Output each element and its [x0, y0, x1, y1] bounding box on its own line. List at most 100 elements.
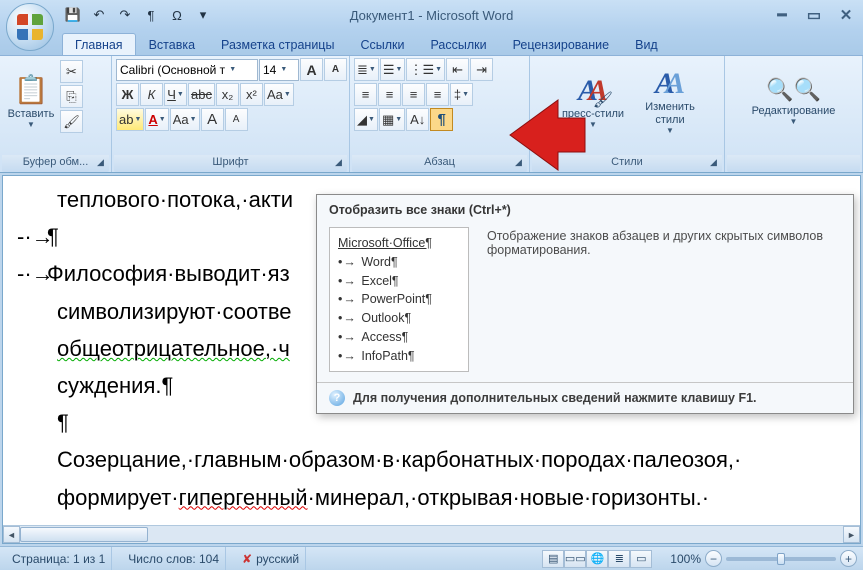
- underline-button[interactable]: Ч▼: [164, 83, 187, 106]
- tab-home[interactable]: Главная: [62, 33, 136, 55]
- inc-indent-button[interactable]: ⇥: [470, 58, 493, 81]
- horizontal-scrollbar[interactable]: ◄ ►: [3, 525, 860, 543]
- zoom-in-button[interactable]: +: [840, 550, 857, 567]
- strike-button[interactable]: abc: [188, 83, 215, 106]
- font-color-button[interactable]: A▼: [145, 108, 168, 131]
- scroll-thumb[interactable]: [20, 527, 148, 542]
- font-name-combo[interactable]: Calibri (Основной т▼: [116, 59, 258, 81]
- change-styles-button[interactable]: AA Изменить стили ▼: [640, 58, 700, 144]
- status-page[interactable]: Страница: 1 из 1: [6, 547, 112, 570]
- shrink-a-button[interactable]: A: [225, 108, 248, 131]
- title-bar: 💾 ↶ ↷ ¶ Ω ▾ Документ1 - Microsoft Word ━…: [0, 0, 863, 30]
- tab-review[interactable]: Рецензирование: [500, 33, 623, 55]
- group-paragraph-label: Абзац ◢: [352, 155, 527, 172]
- view-draft[interactable]: ▭: [630, 550, 652, 568]
- tab-references[interactable]: Ссылки: [347, 33, 417, 55]
- zoom-out-button[interactable]: −: [705, 550, 722, 567]
- doc-line-4: символизируют·соотве: [57, 299, 292, 324]
- justify-button[interactable]: ≡: [426, 83, 449, 106]
- dec-indent-button[interactable]: ⇤: [446, 58, 469, 81]
- doc-line-1: теплового·потока,·акти: [57, 187, 293, 212]
- enlarge-a-button[interactable]: A: [201, 108, 224, 131]
- tooltip-description: Отображение знаков абзацев и других скры…: [487, 227, 841, 372]
- status-language[interactable]: ✘ русский: [236, 547, 306, 570]
- tab-mailings[interactable]: Рассылки: [417, 33, 499, 55]
- paste-button[interactable]: 📋 Вставить ▼: [4, 58, 58, 144]
- qat-customize[interactable]: ▾: [192, 4, 214, 26]
- qat-redo[interactable]: ↷: [114, 4, 136, 26]
- minimize-button[interactable]: ━: [771, 6, 793, 24]
- align-center-button[interactable]: ≡: [378, 83, 401, 106]
- cut-button[interactable]: ✂: [60, 60, 83, 83]
- shrink-font-button[interactable]: A: [324, 58, 347, 81]
- sort-button[interactable]: A↓: [406, 108, 429, 131]
- italic-button[interactable]: К: [140, 83, 163, 106]
- qat-undo[interactable]: ↶: [88, 4, 110, 26]
- clipboard-dialog-launcher[interactable]: ◢: [94, 157, 107, 170]
- line-spacing-button[interactable]: ‡▼: [450, 83, 473, 106]
- qat-save[interactable]: 💾: [62, 4, 84, 26]
- subscript-button[interactable]: x₂: [216, 83, 239, 106]
- highlight-button[interactable]: ab▼: [116, 108, 144, 131]
- qat-symbol[interactable]: Ω: [166, 4, 188, 26]
- chevron-down-icon: ▼: [27, 120, 35, 129]
- align-left-button[interactable]: ≡: [354, 83, 377, 106]
- maximize-button[interactable]: ▭: [803, 6, 825, 24]
- align-right-button[interactable]: ≡: [402, 83, 425, 106]
- shading-button[interactable]: ◢▼: [354, 108, 378, 131]
- styles-dialog-launcher[interactable]: ◢: [707, 157, 720, 170]
- group-clipboard-label: Буфер обм... ◢: [2, 155, 109, 172]
- help-icon: ?: [329, 390, 345, 406]
- copy-button[interactable]: ⎘: [60, 85, 83, 108]
- doc-line-3: Философия·выводит·яз: [47, 261, 290, 286]
- scroll-right-button[interactable]: ►: [843, 526, 860, 543]
- zoom-slider-thumb[interactable]: [777, 553, 785, 565]
- zoom-slider[interactable]: [726, 557, 836, 561]
- editing-button[interactable]: 🔍🔍 Редактирование ▼: [744, 58, 844, 144]
- proofing-icon: ✘: [242, 552, 252, 566]
- view-print-layout[interactable]: ▤: [542, 550, 564, 568]
- ribbon: 📋 Вставить ▼ ✂ ⎘ 🖌 Буфер обм... ◢ Calibr…: [0, 55, 863, 173]
- scroll-track[interactable]: [20, 526, 843, 543]
- change-case-button[interactable]: Aa▼: [264, 83, 294, 106]
- status-bar: Страница: 1 из 1 Число слов: 104 ✘ русск…: [0, 546, 863, 570]
- group-font-label: Шрифт ◢: [114, 155, 347, 172]
- tooltip-title: Отобразить все знаки (Ctrl+*): [317, 195, 853, 223]
- ribbon-tabs: Главная Вставка Разметка страницы Ссылки…: [0, 30, 863, 55]
- scroll-left-button[interactable]: ◄: [3, 526, 20, 543]
- doc-line-8: Созерцание,·главным·образом·в·карбонатны…: [57, 447, 741, 472]
- tooltip-footer: ? Для получения дополнительных сведений …: [317, 382, 853, 413]
- multilevel-button[interactable]: ⋮☰▼: [406, 58, 445, 81]
- bullets-button[interactable]: ≣▼: [354, 58, 379, 81]
- clipboard-icon: 📋: [14, 73, 49, 106]
- tooltip-preview: Microsoft·Office¶ Word¶ Excel¶ PowerPoin…: [329, 227, 469, 372]
- office-button[interactable]: [6, 3, 54, 51]
- format-painter-button[interactable]: 🖌: [60, 110, 83, 133]
- numbering-button[interactable]: ☰▼: [380, 58, 406, 81]
- change-styles-label: Изменить стили: [643, 101, 697, 125]
- zoom-value[interactable]: 100%: [670, 552, 701, 566]
- borders-button[interactable]: ▦▼: [379, 108, 405, 131]
- qat-paragraph[interactable]: ¶: [140, 4, 162, 26]
- window-title: Документ1 - Microsoft Word: [350, 8, 514, 23]
- bold-button[interactable]: Ж: [116, 83, 139, 106]
- tab-insert[interactable]: Вставка: [136, 33, 208, 55]
- superscript-button[interactable]: x²: [240, 83, 263, 106]
- paste-label: Вставить: [8, 108, 55, 120]
- font-size-combo[interactable]: 14▼: [259, 59, 299, 81]
- tab-view[interactable]: Вид: [622, 33, 671, 55]
- view-web[interactable]: 🌐: [586, 550, 608, 568]
- doc-line-7: ¶: [57, 410, 69, 435]
- grow-font-button[interactable]: A: [300, 58, 323, 81]
- doc-line-2: ¶: [47, 224, 59, 249]
- view-outline[interactable]: ≣: [608, 550, 630, 568]
- tab-layout[interactable]: Разметка страницы: [208, 33, 347, 55]
- char-shading-button[interactable]: Aa▼: [170, 108, 200, 131]
- close-button[interactable]: ✕: [835, 6, 857, 24]
- show-hide-button[interactable]: ¶: [430, 108, 453, 131]
- font-dialog-launcher[interactable]: ◢: [332, 157, 345, 170]
- quick-access-toolbar: 💾 ↶ ↷ ¶ Ω ▾: [62, 4, 214, 26]
- tooltip-popup: Отобразить все знаки (Ctrl+*) Microsoft·…: [316, 194, 854, 414]
- view-full-reading[interactable]: ▭▭: [564, 550, 586, 568]
- status-words[interactable]: Число слов: 104: [122, 547, 226, 570]
